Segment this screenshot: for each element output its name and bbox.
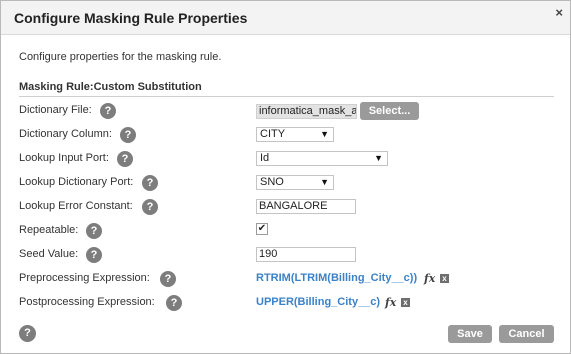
save-button[interactable]: Save — [448, 325, 492, 343]
dictionary-file-help-icon[interactable]: ? — [100, 103, 116, 119]
preprocessing-expression-link[interactable]: RTRIM(LTRIM(Billing_City__c)) — [256, 272, 417, 284]
repeatable-checkbox[interactable]: ✔ — [256, 223, 268, 235]
repeatable-help-icon[interactable]: ? — [86, 223, 102, 239]
postprocessing-expression-label: Postprocessing Expression: — [19, 296, 155, 308]
lookup-error-constant-label: Lookup Error Constant: — [19, 200, 133, 212]
lookup-dictionary-port-label: Lookup Dictionary Port: — [19, 176, 134, 188]
lookup-input-port-help-icon[interactable]: ? — [117, 151, 133, 167]
dictionary-column-help-icon[interactable]: ? — [120, 127, 136, 143]
clear-icon[interactable]: x — [440, 274, 449, 283]
dialog-title: Configure Masking Rule Properties — [14, 10, 248, 26]
dialog-help-icon[interactable]: ? — [19, 325, 36, 342]
lookup-error-constant-input[interactable]: BANGALORE — [256, 199, 356, 214]
cancel-button[interactable]: Cancel — [499, 325, 554, 343]
fx-icon[interactable]: fx — [424, 272, 435, 285]
seed-value-input[interactable]: 190 — [256, 247, 356, 262]
dictionary-file-label: Dictionary File: — [19, 104, 92, 116]
dictionary-column-select[interactable]: CITY ▼ — [256, 127, 334, 142]
postprocessing-expression-link[interactable]: UPPER(Billing_City__c) — [256, 296, 380, 308]
postprocessing-expression-help-icon[interactable]: ? — [166, 295, 182, 311]
section-divider — [19, 96, 554, 97]
lookup-dictionary-port-select[interactable]: SNO ▼ — [256, 175, 334, 190]
dictionary-column-label: Dictionary Column: — [19, 128, 112, 140]
repeatable-label: Repeatable: — [19, 224, 79, 236]
clear-icon[interactable]: x — [401, 298, 410, 307]
seed-value-help-icon[interactable]: ? — [86, 247, 102, 263]
close-icon[interactable]: × — [555, 6, 563, 20]
lookup-input-port-select[interactable]: Id ▼ — [256, 151, 388, 166]
lookup-error-constant-help-icon[interactable]: ? — [142, 199, 158, 215]
lookup-input-port-value: Id — [260, 152, 270, 164]
dictionary-column-value: CITY — [260, 128, 286, 140]
seed-value-label: Seed Value: — [19, 248, 79, 260]
chevron-down-icon: ▼ — [320, 129, 329, 139]
lookup-input-port-label: Lookup Input Port: — [19, 152, 109, 164]
preprocessing-expression-help-icon[interactable]: ? — [160, 271, 176, 287]
chevron-down-icon: ▼ — [320, 177, 329, 187]
preprocessing-expression-label: Preprocessing Expression: — [19, 272, 150, 284]
dialog-intro-text: Configure properties for the masking rul… — [19, 51, 222, 63]
dictionary-file-field: informatica_mask_ac — [256, 104, 357, 119]
select-dictionary-button[interactable]: Select... — [360, 102, 419, 120]
configure-masking-rule-dialog: Configure Masking Rule Properties × Conf… — [0, 0, 571, 354]
lookup-dictionary-port-help-icon[interactable]: ? — [142, 175, 158, 191]
fx-icon[interactable]: fx — [385, 296, 396, 309]
section-title: Masking Rule:Custom Substitution — [19, 81, 202, 93]
lookup-dictionary-port-value: SNO — [260, 176, 284, 188]
chevron-down-icon: ▼ — [374, 153, 383, 163]
dialog-titlebar: Configure Masking Rule Properties × — [1, 1, 570, 35]
